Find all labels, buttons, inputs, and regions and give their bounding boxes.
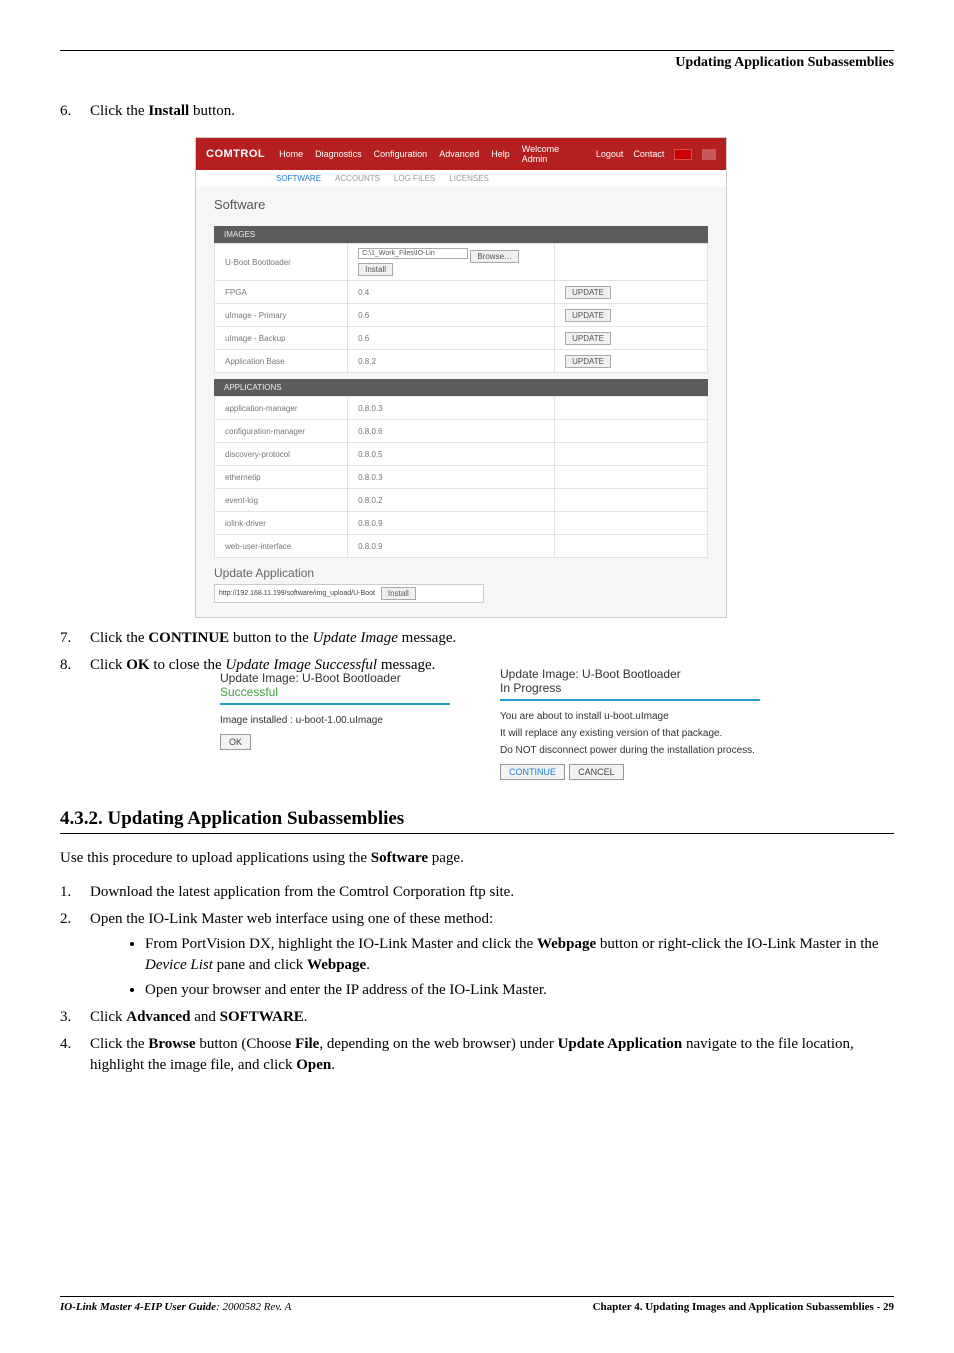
table-row: FPGA0.4UPDATE xyxy=(215,281,708,304)
install-button[interactable]: Install xyxy=(358,263,393,276)
nav-advanced[interactable]: Advanced xyxy=(439,149,479,159)
step-3: 3. Click Advanced and SOFTWARE. xyxy=(60,1007,894,1028)
step-4: 4. Click the Browse button (Choose File,… xyxy=(60,1034,894,1076)
footer-left: IO-Link Master 4-EIP User Guide: 2000582… xyxy=(60,1301,291,1313)
software-page-screenshot: COMTROL Home Diagnostics Configuration A… xyxy=(195,137,727,618)
logo: COMTROL xyxy=(206,148,265,160)
contact-link[interactable]: Contact xyxy=(633,149,664,159)
nav-home[interactable]: Home xyxy=(279,149,303,159)
step-number: 6. xyxy=(60,101,71,122)
table-row: Application Base0.8.2UPDATE xyxy=(215,350,708,373)
section-heading: 4.3.2. Updating Application Subassemblie… xyxy=(60,808,894,834)
sub-nav: SOFTWARE ACCOUNTS LOG FILES LICENSES xyxy=(196,170,726,187)
top-nav: COMTROL Home Diagnostics Configuration A… xyxy=(196,138,726,170)
lang-dropdown-icon[interactable] xyxy=(702,149,716,160)
flag-icon[interactable] xyxy=(674,149,692,160)
update-app-title: Update Application xyxy=(214,566,708,580)
step-text: button. xyxy=(189,103,235,119)
status-url: http://192.168.11.199/software/img_uploa… xyxy=(219,590,375,597)
file-input[interactable]: C:\1_Work_Files\IO-Lin xyxy=(358,248,468,259)
subnav-software[interactable]: SOFTWARE xyxy=(276,174,321,183)
bullet-b: Open your browser and enter the IP addre… xyxy=(145,980,894,1001)
dialog-body: Image installed : u-boot-1.00.uImage xyxy=(220,715,450,726)
nav-help[interactable]: Help xyxy=(491,149,510,159)
dialog-rule xyxy=(500,699,760,701)
step-8: 8. Click OK to close the Update Image Su… xyxy=(60,655,894,676)
subnav-licenses[interactable]: LICENSES xyxy=(449,174,489,183)
step-text: Click the xyxy=(90,103,148,119)
table-row: application-manager0.8.0.3 xyxy=(215,397,708,420)
continue-button[interactable]: CONTINUE xyxy=(500,764,565,780)
step-1: 1. Download the latest application from … xyxy=(60,882,894,903)
footer-right: Chapter 4. Updating Images and Applicati… xyxy=(593,1301,894,1313)
dialog-rule xyxy=(220,703,450,705)
subnav-accounts[interactable]: ACCOUNTS xyxy=(335,174,380,183)
dialog-inprogress: Update Image: U-Boot Bootloader In Progr… xyxy=(500,667,760,780)
table-row: ethernetip0.8.0.3 xyxy=(215,466,708,489)
row-name: U-Boot Bootloader xyxy=(215,244,348,281)
table-row: uImage - Backup0.6UPDATE xyxy=(215,327,708,350)
panel-title: Software xyxy=(214,197,708,212)
logout-link[interactable]: Logout xyxy=(596,149,624,159)
images-table: U-Boot Bootloader C:\1_Work_Files\IO-Lin… xyxy=(214,243,708,373)
table-row: iolink-driver0.8.0.9 xyxy=(215,512,708,535)
browse-button[interactable]: Browse… xyxy=(470,250,519,263)
step-2: 2. Open the IO-Link Master web interface… xyxy=(60,909,894,1001)
table-row: event-log0.8.0.2 xyxy=(215,489,708,512)
nav-diagnostics[interactable]: Diagnostics xyxy=(315,149,362,159)
table-row: U-Boot Bootloader C:\1_Work_Files\IO-Lin… xyxy=(215,244,708,281)
welcome-label: Welcome Admin xyxy=(522,144,586,164)
images-header: IMAGES xyxy=(214,226,708,243)
bullet-a: From PortVision DX, highlight the IO-Lin… xyxy=(145,934,894,976)
subnav-logfiles[interactable]: LOG FILES xyxy=(394,174,435,183)
apps-table: application-manager0.8.0.3 configuration… xyxy=(214,396,708,558)
update-button[interactable]: UPDATE xyxy=(565,309,611,322)
page-header-title: Updating Application Subassemblies xyxy=(60,55,894,71)
status-bar: http://192.168.11.199/software/img_uploa… xyxy=(214,584,484,603)
intro-paragraph: Use this procedure to upload application… xyxy=(60,850,894,867)
update-button[interactable]: UPDATE xyxy=(565,286,611,299)
nav-configuration[interactable]: Configuration xyxy=(374,149,428,159)
step-7: 7. Click the CONTINUE button to the Upda… xyxy=(60,628,894,649)
header-rule xyxy=(60,50,894,51)
dialog-successful: Update Image: U-Boot Bootloader Successf… xyxy=(220,671,450,750)
cancel-button[interactable]: CANCEL xyxy=(569,764,624,780)
table-row: discovery-protocol0.8.0.5 xyxy=(215,443,708,466)
table-row: configuration-manager0.8.0.6 xyxy=(215,420,708,443)
table-row: uImage - Primary0.6UPDATE xyxy=(215,304,708,327)
update-button[interactable]: UPDATE xyxy=(565,355,611,368)
page-footer: IO-Link Master 4-EIP User Guide: 2000582… xyxy=(60,1296,894,1313)
apps-header: APPLICATIONS xyxy=(214,379,708,396)
install-button[interactable]: Install xyxy=(381,587,416,600)
step-6: 6. Click the Install button. xyxy=(60,101,894,122)
ok-button[interactable]: OK xyxy=(220,734,251,750)
install-button-ref: Install xyxy=(148,103,189,119)
table-row: web-user-interface0.8.0.9 xyxy=(215,535,708,558)
update-button[interactable]: UPDATE xyxy=(565,332,611,345)
